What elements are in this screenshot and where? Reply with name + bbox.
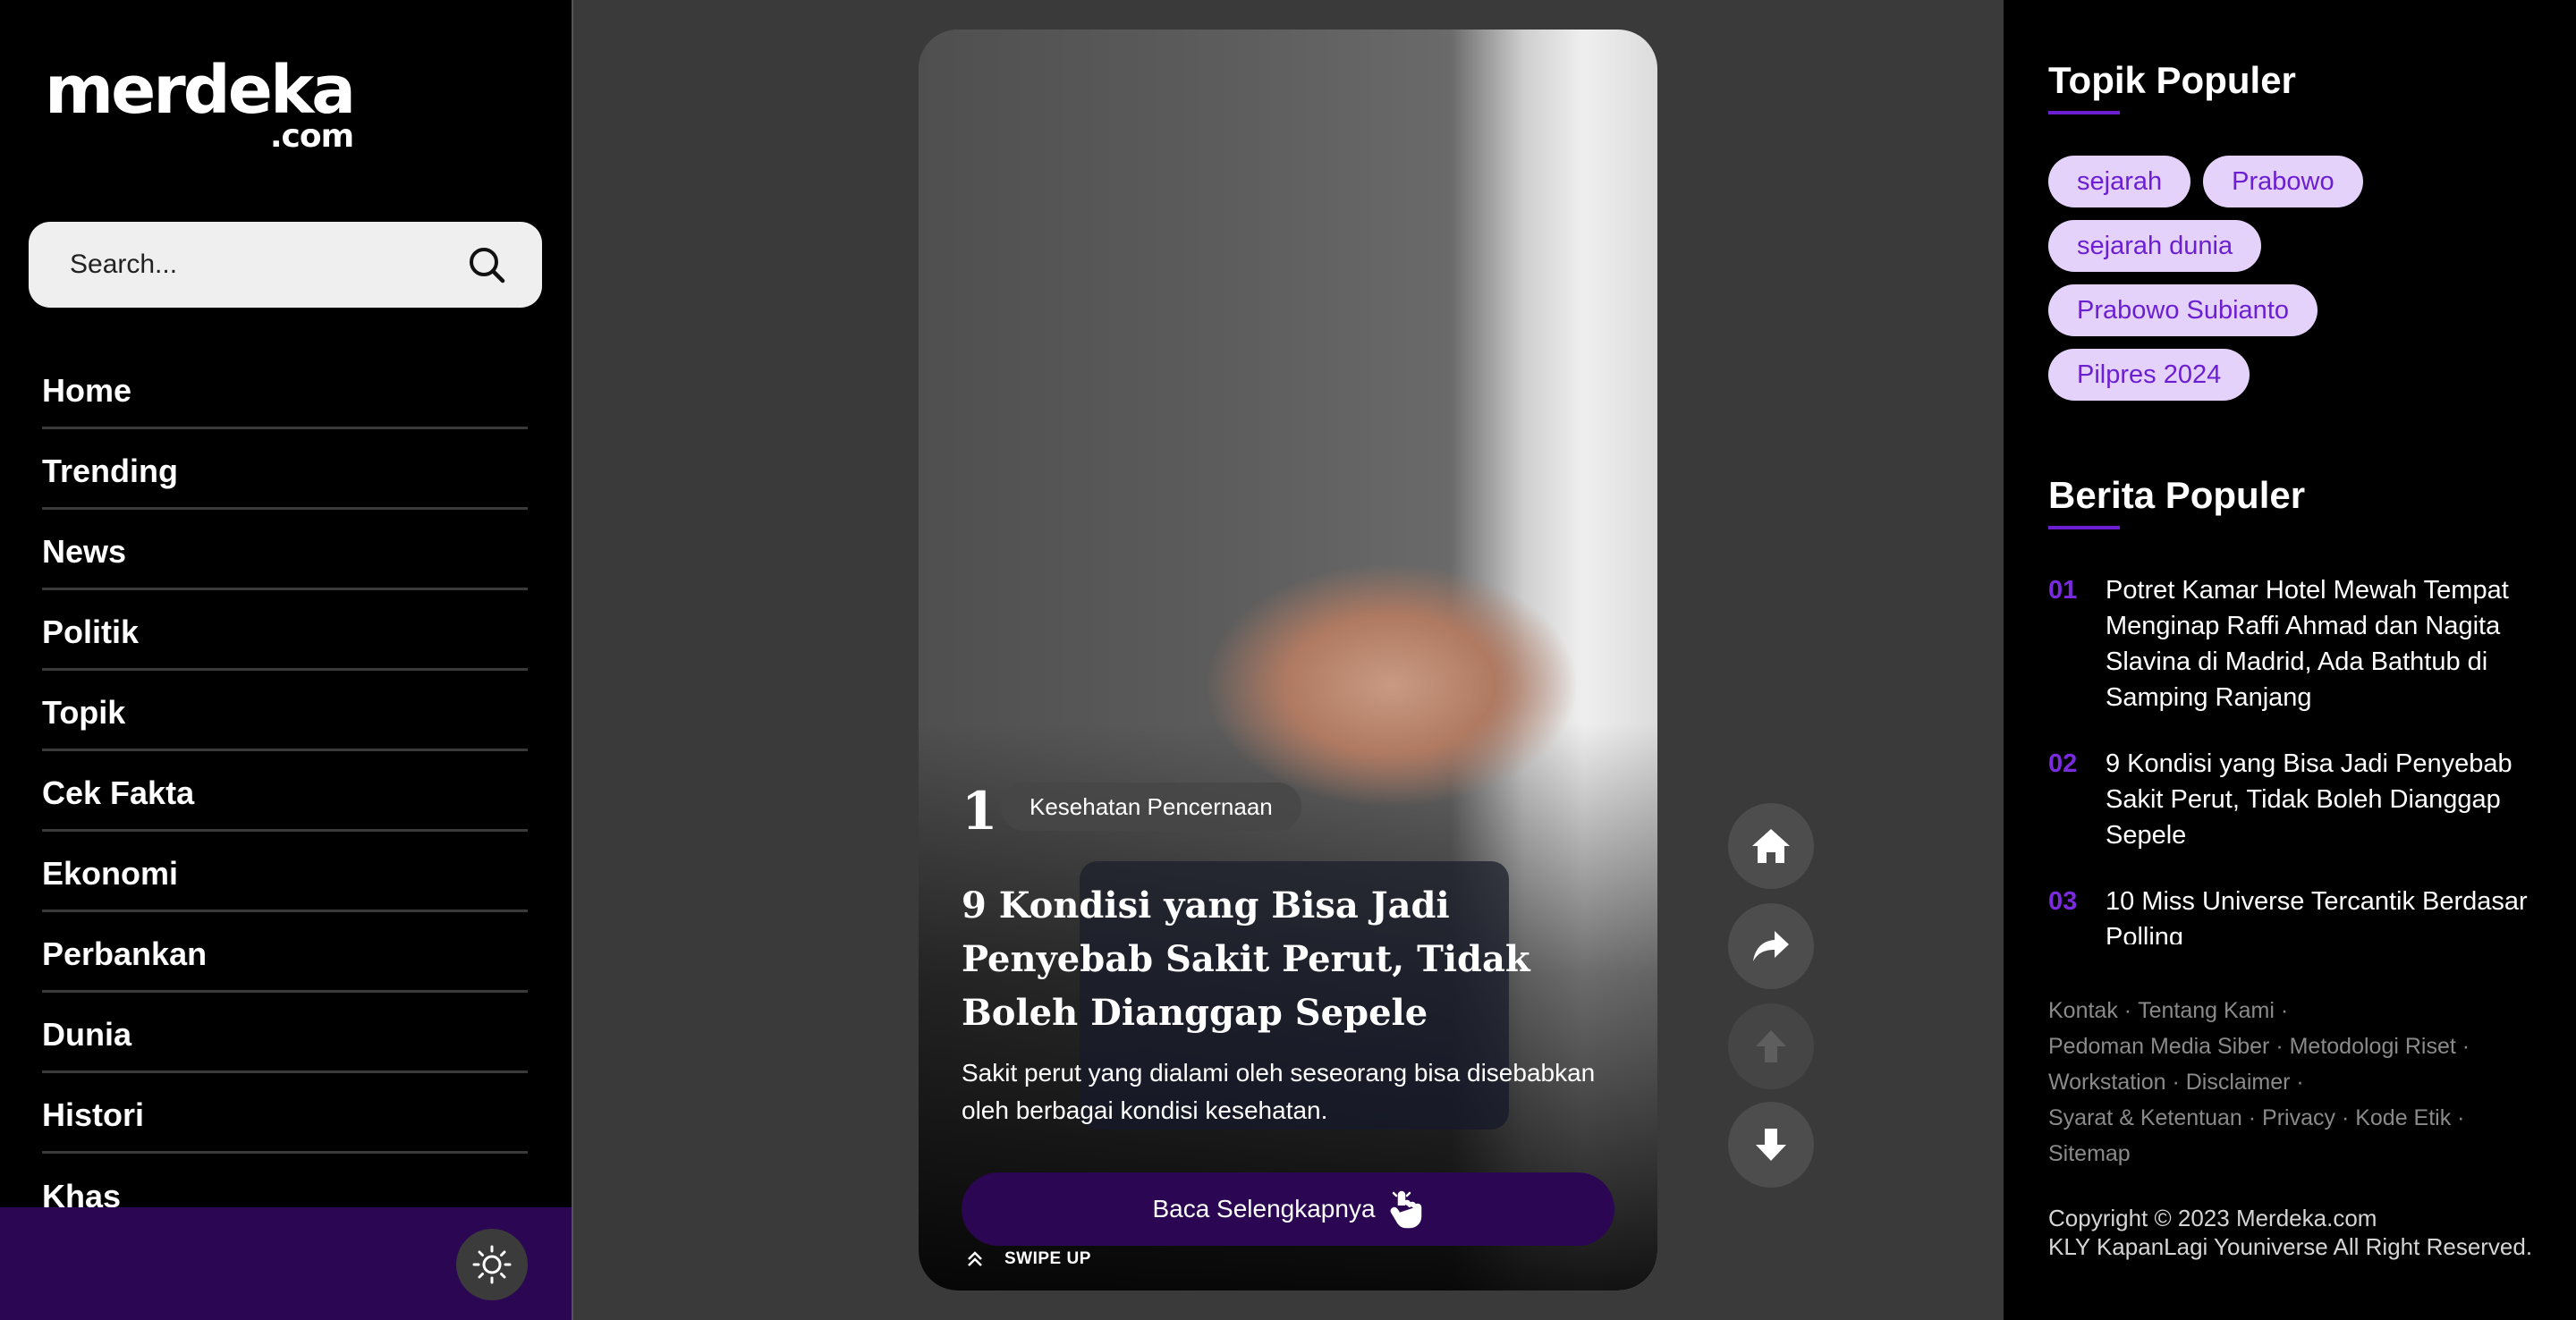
brightness-icon [472, 1245, 512, 1284]
footer-link-metodologi[interactable]: Metodologi Riset [2290, 1034, 2456, 1059]
share-button[interactable] [1728, 903, 1814, 989]
topic-tags: sejarah Prabowo sejarah dunia Prabowo Sub… [2048, 156, 2549, 413]
story-description: Sakit perut yang dialami oleh seseorang … [962, 1059, 1596, 1124]
story-card[interactable]: 1 Kesehatan Pencernaan 9 Kondisi yang Bi… [919, 30, 1657, 1290]
heading-underline [2048, 526, 2120, 529]
nav-item-trending[interactable]: Trending [42, 429, 528, 510]
double-chevron-up-icon [968, 1251, 982, 1266]
tap-hand-icon [1390, 1190, 1421, 1229]
home-icon [1752, 829, 1790, 863]
topic-tag[interactable]: sejarah dunia [2048, 220, 2262, 272]
footer-link-workstation[interactable]: Workstation [2048, 1070, 2166, 1095]
berita-heading: Berita Populer [2048, 474, 2306, 516]
theme-toggle-button[interactable] [456, 1229, 528, 1300]
news-number: 02 [2048, 749, 2078, 778]
footer-links: Kontak · Tentang Kami · Pedoman Media Si… [2048, 998, 2470, 1166]
search-input[interactable] [70, 222, 445, 308]
news-title: 10 Miss Universe Tercantik Berdasar Poll… [2106, 887, 2528, 944]
next-story-button[interactable] [1728, 1102, 1814, 1188]
nav-item-histori[interactable]: Histori [42, 1073, 528, 1154]
read-more-button[interactable]: Baca Selengkapnya [962, 1172, 1614, 1246]
heading-underline [2048, 111, 2120, 114]
category-badge[interactable]: Kesehatan Pencernaan [1001, 783, 1301, 831]
share-icon [1753, 931, 1789, 961]
divider [572, 0, 573, 1320]
nav-item-politik[interactable]: Politik [42, 590, 528, 671]
copyright-line: Copyright © 2023 Merdeka.com [2048, 1205, 2377, 1231]
popular-news-list: 01 Potret Kamar Hotel Mewah Tempat Mengi… [2048, 572, 2558, 944]
site-logo[interactable]: merdeka .com [45, 52, 356, 155]
sidebar-footer [0, 1207, 572, 1320]
nav-item-perbankan[interactable]: Perbankan [42, 912, 528, 993]
copyright-line: KLY KapanLagi Youniverse All Right Reser… [2048, 1233, 2533, 1260]
topic-tag[interactable]: Prabowo Subianto [2048, 284, 2318, 336]
news-number: 03 [2048, 887, 2078, 916]
news-number: 01 [2048, 576, 2078, 605]
topic-tag[interactable]: Prabowo [2203, 156, 2363, 207]
previous-story-button[interactable] [1728, 1003, 1814, 1089]
footer-link-syarat[interactable]: Syarat & Ketentuan [2048, 1105, 2242, 1130]
footer-link-tentang-kami[interactable]: Tentang Kami [2138, 998, 2275, 1023]
search-box [29, 222, 542, 308]
news-item[interactable]: 03 10 Miss Universe Tercantik Berdasar P… [2048, 884, 2558, 944]
arrow-up-icon [1756, 1030, 1786, 1062]
footer-link-kode-etik[interactable]: Kode Etik [2355, 1105, 2451, 1130]
nav-item-topik[interactable]: Topik [42, 671, 528, 751]
nav-item-cek-fakta[interactable]: Cek Fakta [42, 751, 528, 832]
nav-item-dunia[interactable]: Dunia [42, 993, 528, 1073]
logo-word: merdeka [45, 52, 356, 129]
footer-link-sitemap[interactable]: Sitemap [2048, 1141, 2131, 1166]
news-title: 9 Kondisi yang Bisa Jadi Penyebab Sakit … [2106, 749, 2512, 850]
news-title: Potret Kamar Hotel Mewah Tempat Menginap… [2106, 576, 2509, 712]
read-more-label: Baca Selengkapnya [1152, 1195, 1376, 1223]
nav-item-home[interactable]: Home [42, 349, 528, 429]
news-item[interactable]: 01 Potret Kamar Hotel Mewah Tempat Mengi… [2048, 572, 2558, 715]
topic-tag[interactable]: Pilpres 2024 [2048, 349, 2250, 401]
footer-link-pedoman[interactable]: Pedoman Media Siber [2048, 1034, 2269, 1059]
story-rank: 1 [962, 781, 998, 842]
nav-item-ekonomi[interactable]: Ekonomi [42, 832, 528, 912]
news-item[interactable]: 02 9 Kondisi yang Bisa Jadi Penyebab Sak… [2048, 746, 2558, 853]
right-sidebar: Topik Populer sejarah Prabowo sejarah dun… [2004, 0, 2576, 1320]
search-icon[interactable] [467, 245, 506, 284]
story-title[interactable]: 9 Kondisi yang Bisa Jadi Penyebab Sakit … [962, 879, 1623, 1040]
topic-tag[interactable]: sejarah [2048, 156, 2191, 207]
footer-link-privacy[interactable]: Privacy [2262, 1105, 2335, 1130]
footer-link-disclaimer[interactable]: Disclaimer [2186, 1070, 2291, 1095]
footer-link-kontak[interactable]: Kontak [2048, 998, 2118, 1023]
main-nav: Home Trending News Politik Topik Cek Fak… [42, 349, 528, 1234]
arrow-down-icon [1756, 1129, 1786, 1161]
swipe-hint: SWIPE UP [967, 1249, 1091, 1269]
topik-heading: Topik Populer [2048, 59, 2296, 101]
copyright: Copyright © 2023 Merdeka.com KLY KapanLa… [2048, 1204, 2558, 1261]
nav-item-news[interactable]: News [42, 510, 528, 590]
swipe-label: SWIPE UP [1004, 1249, 1091, 1268]
left-sidebar: merdeka .com Home Trending News Politik … [0, 0, 572, 1320]
home-button[interactable] [1728, 803, 1814, 889]
